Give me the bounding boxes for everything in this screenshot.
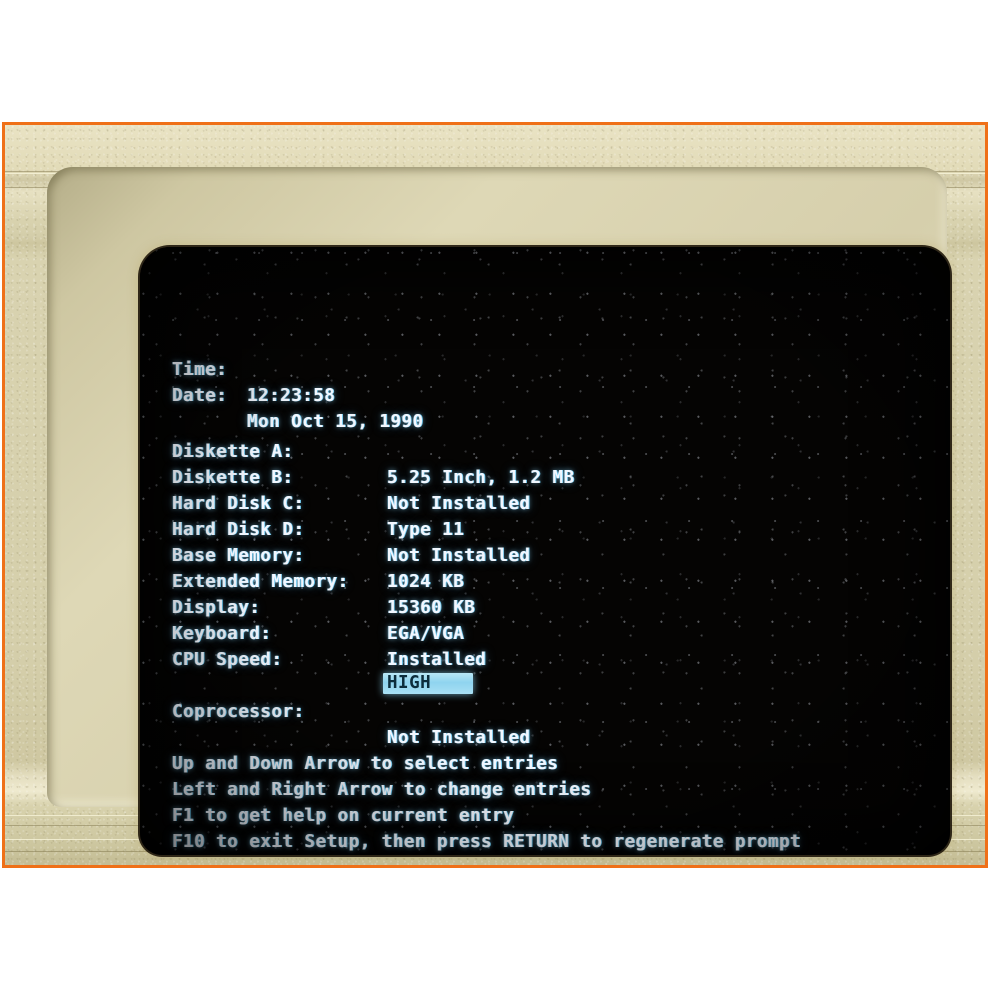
row-hard-disk-d[interactable]: Hard Disk D: Not Installed	[140, 491, 950, 566]
date-label: Date:	[172, 386, 228, 406]
keyboard-value[interactable]: Installed	[387, 647, 486, 673]
photograph-frame: Time: 12:23:58 Date: Mon Oct 15, 1990 Di…	[2, 122, 988, 868]
coprocessor-label: Coprocessor:	[172, 702, 305, 722]
row-coprocessor[interactable]: Coprocessor: Not Installed	[140, 673, 950, 748]
monitor-bezel: Time: 12:23:58 Date: Mon Oct 15, 1990 Di…	[47, 167, 950, 855]
row-cpu-speed[interactable]: CPU Speed: HIGH	[140, 621, 950, 694]
crt-screen: Time: 12:23:58 Date: Mon Oct 15, 1990 Di…	[140, 247, 950, 855]
row-date[interactable]: Date: Mon Oct 15, 1990	[140, 357, 950, 432]
row-diskette-a[interactable]: Diskette A: 5.25 Inch, 1.2 MB	[140, 413, 950, 488]
row-extended-memory[interactable]: Extended Memory: 15360 KB	[140, 543, 950, 618]
monitor-case: Time: 12:23:58 Date: Mon Oct 15, 1990 Di…	[5, 125, 985, 865]
row-display[interactable]: Display: EGA/VGA	[140, 569, 950, 644]
cpu-speed-label: CPU Speed:	[172, 650, 283, 670]
row-keyboard[interactable]: Keyboard: Installed	[140, 595, 950, 670]
row-time[interactable]: Time: 12:23:58	[140, 331, 950, 406]
help-line-4: F10 to exit Setup, then press RETURN to …	[140, 803, 950, 852]
help-line-3: F1 to get help on current entry	[140, 777, 950, 826]
bios-setup-text: Time: 12:23:58 Date: Mon Oct 15, 1990 Di…	[140, 247, 950, 855]
help-line-1: Up and Down Arrow to select entries	[140, 725, 950, 774]
page-root: Time: 12:23:58 Date: Mon Oct 15, 1990 Di…	[0, 0, 1000, 1000]
row-hard-disk-c[interactable]: Hard Disk C: Type 11	[140, 465, 950, 540]
help-line-2: Left and Right Arrow to change entries	[140, 751, 950, 800]
row-base-memory[interactable]: Base Memory: 1024 KB	[140, 517, 950, 592]
row-diskette-b[interactable]: Diskette B: Not Installed	[140, 439, 950, 514]
help-line-5: Esc to reboot the system	[140, 829, 950, 855]
